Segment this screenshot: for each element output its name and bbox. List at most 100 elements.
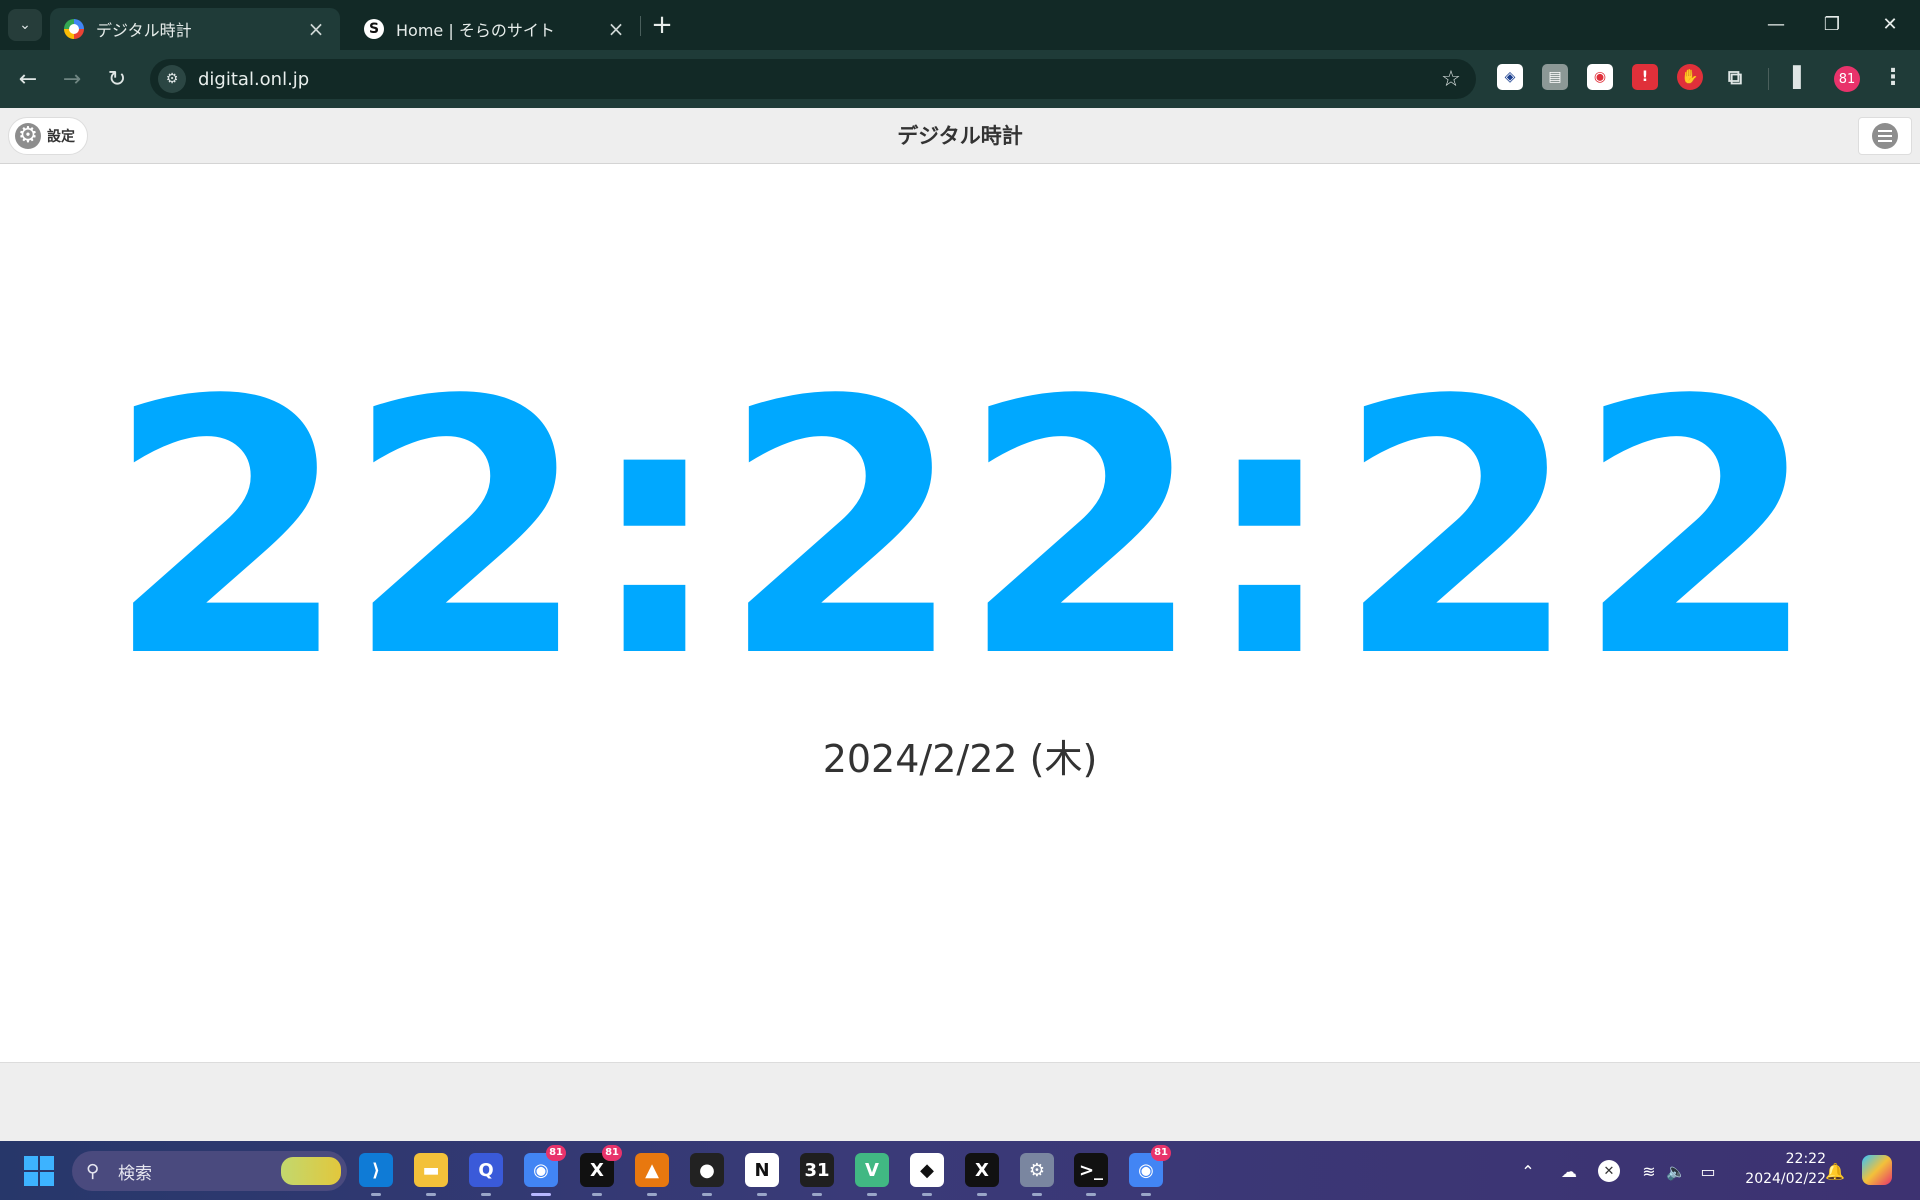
restore-button[interactable]: ❐ (1812, 6, 1852, 42)
extension-stop-icon[interactable]: ✋ (1677, 64, 1703, 90)
close-icon: ✕ (1882, 13, 1898, 35)
forward-button[interactable]: → (56, 63, 88, 95)
close-window-button[interactable]: ✕ (1870, 6, 1910, 42)
extensions-puzzle-icon[interactable]: ⧉ (1722, 64, 1748, 90)
calendar-icon: 31 (804, 1159, 830, 1181)
more-menu-icon[interactable]: ⋮ (1880, 64, 1906, 90)
running-indicator (977, 1193, 987, 1196)
bookmark-star-icon[interactable]: ☆ (1436, 67, 1466, 92)
taskbar-app-notion[interactable]: N (745, 1153, 779, 1196)
s-favicon-icon: S (364, 19, 384, 39)
running-indicator (481, 1193, 491, 1196)
close-icon[interactable]: × (606, 17, 626, 41)
chrome-icon: ◉ (533, 1159, 549, 1181)
taskbar-app-github[interactable]: ● (690, 1153, 724, 1196)
tray-app-icon[interactable]: ✕ (1598, 1160, 1620, 1182)
battery-icon[interactable]: ▭ (1696, 1159, 1720, 1183)
clock-favicon-icon (64, 19, 84, 39)
browser-tab-strip: ⌄ デジタル時計 × S Home | そらのサイト × + — ❐ ✕ (0, 0, 1920, 50)
wifi-icon[interactable]: ≋ (1638, 1159, 1660, 1183)
running-indicator (1032, 1193, 1042, 1196)
taskbar-app-file-explorer[interactable]: ▬ (414, 1153, 448, 1196)
taskbar-app-calendar[interactable]: 31 (800, 1153, 834, 1196)
clock-time-display: 22:22:22 (105, 326, 1818, 734)
taskbar-date: 2024/02/22 (1745, 1171, 1826, 1187)
page-footer (0, 1062, 1920, 1142)
running-indicator (1141, 1193, 1151, 1196)
taskbar-app-app-q[interactable]: Q (469, 1153, 503, 1196)
hamburger-menu-icon (1872, 123, 1898, 149)
menu-button[interactable] (1858, 117, 1912, 155)
windows-logo-icon (24, 1156, 38, 1170)
taskbar-app-vue[interactable]: V (855, 1153, 889, 1196)
running-indicator (702, 1193, 712, 1196)
settings-button[interactable]: ⚙ 設定 (8, 117, 88, 155)
settings-label: 設定 (47, 129, 75, 145)
app-header: デジタル時計 ⚙ 設定 (0, 108, 1920, 164)
tab-title: デジタル時計 (96, 21, 192, 40)
taskbar-app-app-dice[interactable]: ◆ (910, 1153, 944, 1196)
taskbar-app-x-second[interactable]: X (965, 1153, 999, 1196)
taskbar-app-x[interactable]: X 81 (580, 1145, 622, 1196)
tab-search-button[interactable]: ⌄ (8, 9, 42, 41)
app-orange-icon: ▲ (645, 1159, 659, 1181)
page-title: デジタル時計 (897, 124, 1023, 148)
minimize-icon: — (1767, 13, 1785, 35)
start-button[interactable] (24, 1156, 54, 1186)
chevron-down-icon: ⌄ (19, 17, 31, 33)
side-panel-icon[interactable]: ▌ (1788, 64, 1814, 90)
notion-icon: N (754, 1159, 770, 1181)
taskbar-app-vscode[interactable]: ⟩ (359, 1153, 393, 1196)
notification-bell-icon[interactable]: 🔔 (1824, 1159, 1846, 1183)
running-indicator (922, 1193, 932, 1196)
running-indicator (1086, 1193, 1096, 1196)
x-second-icon: X (975, 1159, 989, 1181)
extension-3-icon[interactable]: ◉ (1587, 64, 1613, 90)
address-bar[interactable]: ⚙ digital.onl.jp ☆ (150, 59, 1476, 99)
close-icon[interactable]: × (306, 17, 326, 41)
search-icon: ⚲ (86, 1160, 100, 1182)
vue-icon: V (865, 1159, 879, 1181)
app-dice-icon: ◆ (920, 1159, 934, 1181)
search-highlight-art (281, 1157, 341, 1185)
settings-icon: ⚙ (1028, 1159, 1046, 1181)
minimize-button[interactable]: — (1756, 6, 1796, 42)
notification-badge: 81 (546, 1145, 566, 1161)
taskbar-app-settings[interactable]: ⚙ (1020, 1153, 1054, 1196)
taskbar-app-terminal[interactable]: >_ (1074, 1153, 1108, 1196)
back-button[interactable]: ← (12, 63, 44, 95)
running-indicator (426, 1193, 436, 1196)
chrome-second-icon: ◉ (1138, 1159, 1154, 1181)
taskbar-app-chrome-second[interactable]: ◉ 81 (1129, 1145, 1171, 1196)
extension-1-icon[interactable]: ◈ (1497, 64, 1523, 90)
running-indicator (371, 1193, 381, 1196)
extension-4-icon[interactable]: ! (1632, 64, 1658, 90)
file-explorer-icon: ▬ (422, 1159, 440, 1181)
taskbar-clock[interactable]: 22:22 2024/02/22 (1730, 1149, 1826, 1189)
app-q-icon: Q (478, 1159, 494, 1181)
show-hidden-icons-button[interactable]: ⌃ (1518, 1159, 1538, 1183)
tab-digital-clock[interactable]: デジタル時計 × (50, 8, 340, 50)
taskbar: ⚲ 検索 ⟩ ▬ Q ◉ 81 X 81 ▲ ● N 31 V ◆ X ⚙ >_ ◉ 81 ⌃ ☁ ✕ ≋ 🔈 ▭… (0, 1141, 1920, 1200)
taskbar-app-app-orange[interactable]: ▲ (635, 1153, 669, 1196)
github-icon: ● (699, 1159, 715, 1181)
running-indicator (647, 1193, 657, 1196)
taskbar-search[interactable]: ⚲ 検索 (72, 1151, 347, 1191)
copilot-icon[interactable] (1862, 1155, 1892, 1185)
volume-icon[interactable]: 🔈 (1665, 1159, 1687, 1183)
profile-avatar[interactable]: 81 (1834, 66, 1860, 92)
tab-sora-site[interactable]: S Home | そらのサイト × (350, 8, 640, 50)
onedrive-cloud-icon[interactable]: ☁ (1556, 1159, 1582, 1183)
extension-2-icon[interactable]: ▤ (1542, 64, 1568, 90)
arrow-left-icon: ← (18, 66, 38, 92)
chevron-up-icon: ⌃ (1521, 1161, 1535, 1181)
taskbar-time: 22:22 (1785, 1151, 1826, 1167)
taskbar-app-chrome[interactable]: ◉ 81 (524, 1145, 566, 1196)
notification-badge: 81 (602, 1145, 622, 1161)
site-info-icon[interactable]: ⚙ (158, 65, 186, 93)
x-icon: X (590, 1159, 604, 1181)
reload-button[interactable]: ↻ (101, 63, 133, 95)
new-tab-button[interactable]: + (650, 10, 674, 40)
address-url[interactable]: digital.onl.jp (198, 69, 1436, 90)
terminal-icon: >_ (1078, 1159, 1104, 1181)
